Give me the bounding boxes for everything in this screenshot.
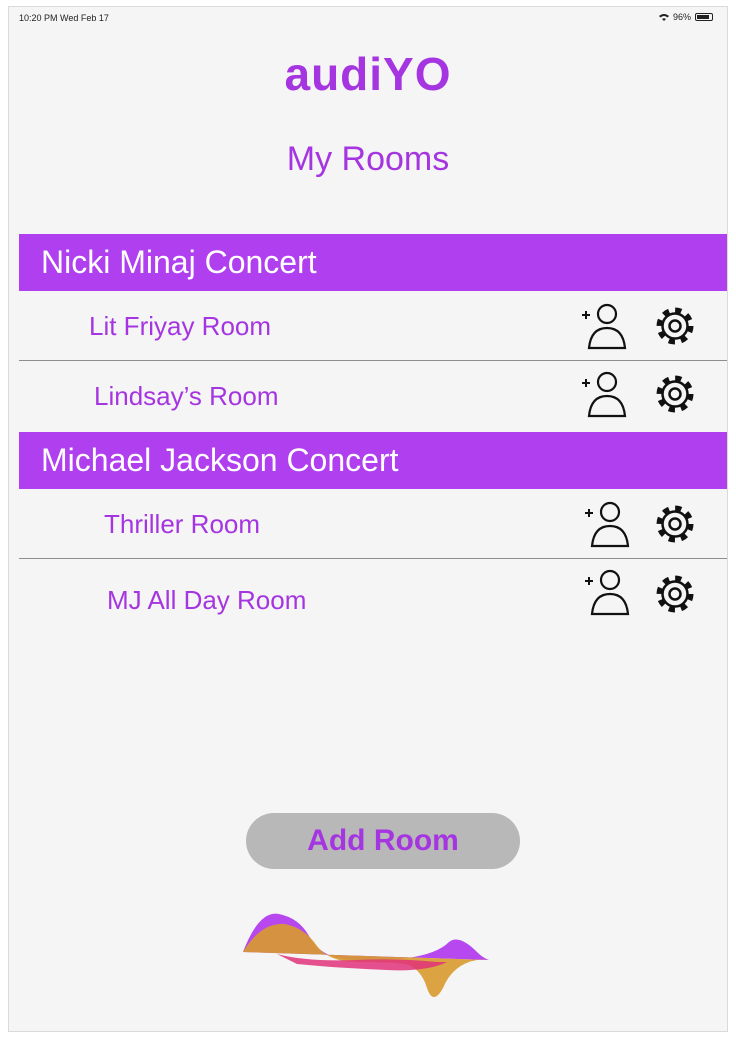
room-row-lit-friyay[interactable]: Lit Friyay Room xyxy=(19,291,727,361)
app-logo: audiYO xyxy=(284,48,452,100)
group-header-nicki-minaj-concert[interactable]: Nicki Minaj Concert xyxy=(19,234,727,291)
battery-icon xyxy=(695,13,713,21)
add-person-icon[interactable] xyxy=(579,369,631,421)
gear-icon[interactable] xyxy=(655,574,695,614)
room-row-thriller[interactable]: Thriller Room xyxy=(19,489,727,559)
page-title: My Rooms xyxy=(286,140,450,178)
room-name: MJ All Day Room xyxy=(107,585,307,615)
group-header-michael-jackson-concert[interactable]: Michael Jackson Concert xyxy=(19,432,727,489)
status-indicators: 96% xyxy=(658,12,713,22)
room-name: Lindsay’s Room xyxy=(94,381,279,411)
wifi-icon xyxy=(658,14,669,21)
status-bar: 10:20 PM Wed Feb 17 96% xyxy=(9,7,727,29)
gear-icon[interactable] xyxy=(655,374,695,414)
battery-percent: 96% xyxy=(672,12,691,22)
status-time: 10:20 PM Wed Feb 17 xyxy=(19,13,109,23)
sound-wave-logo xyxy=(243,913,489,997)
room-name: Thriller Room xyxy=(104,509,261,539)
add-person-icon[interactable] xyxy=(582,499,634,551)
app-screen: 10:20 PM Wed Feb 17 96% audiYO My Rooms … xyxy=(8,6,728,1032)
room-row-lindsays[interactable]: Lindsay’s Room xyxy=(19,361,727,431)
gear-icon[interactable] xyxy=(655,504,695,544)
add-room-button[interactable]: Add Room xyxy=(246,813,520,869)
add-person-icon[interactable] xyxy=(582,567,634,619)
gear-icon[interactable] xyxy=(655,306,695,346)
room-row-mj-all-day[interactable]: MJ All Day Room xyxy=(19,559,727,629)
room-name: Lit Friyay Room xyxy=(89,311,272,341)
add-person-icon[interactable] xyxy=(579,301,631,353)
